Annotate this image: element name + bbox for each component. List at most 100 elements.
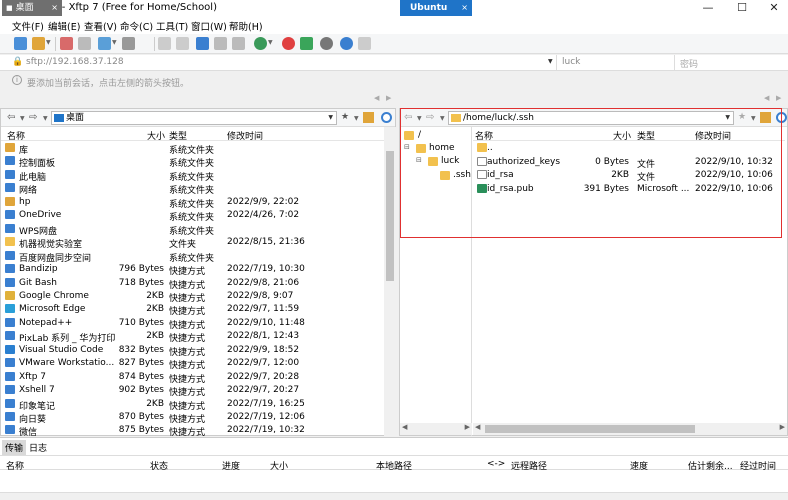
collapse-icon[interactable]: ⊟ [404,143,410,151]
col-elapsed[interactable]: 经过时间 [740,459,776,472]
remote-file-row[interactable]: id_rsa.pub 391 Bytes Microsoft ... 2022/9/1… [473,183,785,197]
scroll-left-icon[interactable]: ◀ [475,423,480,431]
globe-icon[interactable] [254,37,267,50]
reconnect-icon[interactable] [78,37,91,50]
up-folder-icon[interactable] [363,112,374,123]
menu-window[interactable]: 窗口(W) [191,19,227,33]
local-file-row[interactable]: Notepad++ 710 Bytes 快捷方式 2022/9/10, 11:48 [1,317,384,331]
help-icon[interactable] [340,37,353,50]
col-status[interactable]: 状态 [150,459,168,472]
more-icon[interactable] [358,37,371,50]
close-button[interactable]: ✕ [758,0,788,16]
scroll-right-icon[interactable]: ▶ [465,423,470,431]
local-file-row[interactable]: 机器视觉实验室 文件夹 2022/8/15, 21:36 [1,236,384,250]
chevron-down-icon[interactable]: ▼ [46,39,51,46]
local-file-row[interactable]: hp 系统文件夹 2022/9/9, 22:02 [1,196,384,210]
minimize-button[interactable]: — [692,0,724,16]
local-file-row[interactable]: PixLab 系列 _ 华为打印 2KB 快捷方式 2022/8/1, 12:43 [1,330,384,344]
chevron-down-icon[interactable]: ▼ [112,39,117,46]
tab-log[interactable]: 日志 [26,440,50,455]
col-local-path[interactable]: 本地路径 [376,459,412,472]
open-folder-icon[interactable] [32,37,45,50]
menu-edit[interactable]: 编辑(E) [48,19,80,33]
sync-icon[interactable] [196,37,209,50]
tab-next-icon[interactable]: ▶ [386,94,391,102]
scroll-thumb[interactable] [485,425,695,433]
collapse-icon[interactable]: ⊟ [416,156,422,164]
scroll-right-icon[interactable]: ▶ [780,423,785,431]
local-file-row[interactable]: Visual Studio Code 832 Bytes 快捷方式 2022/9/9,… [1,344,384,358]
local-file-row[interactable]: Microsoft Edge 2KB 快捷方式 2022/9/7, 11:59 [1,303,384,317]
tab-remote[interactable]: Ubuntu × [400,0,472,16]
back-arrow-icon[interactable]: ⇦ [7,112,15,123]
script-icon[interactable] [300,37,313,50]
local-file-row[interactable]: Git Bash 718 Bytes 快捷方式 2022/9/8, 21:06 [1,277,384,291]
local-file-row[interactable]: 库 系统文件夹 [1,142,384,156]
local-path-input[interactable]: 桌面 ▼ [51,111,337,125]
bookmark-icon[interactable]: ★ [738,112,746,122]
col-type[interactable]: 类型 [169,129,187,142]
refresh-icon[interactable] [381,112,392,123]
paste-icon[interactable] [176,37,189,50]
local-file-row[interactable]: OneDrive 系统文件夹 2022/4/26, 7:02 [1,209,384,223]
transfer-icon[interactable] [98,37,111,50]
close-icon[interactable]: × [51,0,58,16]
chevron-down-icon[interactable]: ▼ [417,115,422,122]
menu-command[interactable]: 命令(C) [120,19,153,33]
maximize-button[interactable]: ☐ [726,0,758,16]
password-input[interactable]: 密码 [680,57,698,70]
tab-prev-icon[interactable]: ◀ [374,94,379,102]
tab-prev-icon[interactable]: ◀ [764,94,769,102]
local-file-row[interactable]: VMware Workstatio... 827 Bytes 快捷方式 2022/9/… [1,357,384,371]
chevron-down-icon[interactable]: ▼ [751,115,756,122]
menu-file[interactable]: 文件(F) [12,19,44,33]
xshell-icon[interactable] [282,37,295,50]
tab-transfer[interactable]: 传输 [2,440,27,455]
forward-arrow-icon[interactable]: ⇨ [426,112,434,123]
chevron-down-icon[interactable]: ▼ [43,115,48,122]
view-icon[interactable] [122,37,135,50]
scroll-thumb[interactable] [386,151,394,281]
forward-arrow-icon[interactable]: ⇨ [29,112,37,123]
col-size[interactable]: 大小 [270,459,288,472]
new-session-icon[interactable] [14,37,27,50]
col-name[interactable]: 名称 [7,129,25,142]
menu-tools[interactable]: 工具(T) [156,19,188,33]
remote-file-row[interactable]: authorized_keys 0 Bytes 文件 2022/9/10, 10:32 [473,156,785,170]
chevron-down-icon[interactable]: ▼ [440,115,445,122]
address-input[interactable]: sftp://192.168.37.128 [26,57,124,67]
up-folder-icon[interactable] [760,112,771,123]
local-file-row[interactable]: Google Chrome 2KB 快捷方式 2022/9/8, 9:07 [1,290,384,304]
col-speed[interactable]: 速度 [630,459,648,472]
local-file-row[interactable]: 此电脑 系统文件夹 [1,169,384,183]
menu-view[interactable]: 查看(V) [84,19,117,33]
menu-help[interactable]: 帮助(H) [229,19,263,33]
col-name[interactable]: 名称 [6,459,24,472]
col-size[interactable]: 大小 [613,129,631,142]
local-file-row[interactable]: WPS网盘 系统文件夹 [1,223,384,237]
local-file-row[interactable]: 微信 875 Bytes 快捷方式 2022/7/19, 10:32 [1,424,384,438]
col-eta[interactable]: 估计剩余... [688,459,733,472]
chevron-down-icon[interactable]: ▼ [354,115,359,122]
col-type[interactable]: 类型 [637,129,655,142]
disconnect-icon[interactable] [60,37,73,50]
local-file-row[interactable]: 控制面板 系统文件夹 [1,155,384,169]
tab-next-icon[interactable]: ▶ [776,94,781,102]
chevron-down-icon[interactable]: ▼ [268,39,273,46]
local-file-row[interactable]: Xftp 7 874 Bytes 快捷方式 2022/9/7, 20:28 [1,371,384,385]
tab-local[interactable]: ■ 桌面 × [2,0,62,16]
close-icon[interactable]: × [461,0,468,16]
col-direction[interactable]: <-> [487,459,505,469]
remote-file-row[interactable]: id_rsa 2KB 文件 2022/9/10, 10:06 [473,169,785,183]
col-modified[interactable]: 修改时间 [695,129,731,142]
local-file-row[interactable]: 印象笔记 2KB 快捷方式 2022/7/19, 16:25 [1,398,384,412]
chevron-down-icon[interactable]: ▼ [548,58,553,65]
chevron-down-icon[interactable]: ▼ [20,115,25,122]
col-modified[interactable]: 修改时间 [227,129,263,142]
local-file-row[interactable]: 网络 系统文件夹 [1,182,384,196]
back-arrow-icon[interactable]: ⇦ [404,112,412,123]
remote-path-input[interactable]: /home/luck/.ssh ▼ [448,111,734,125]
local-scrollbar[interactable] [384,127,396,436]
refresh-icon[interactable] [214,37,227,50]
chevron-down-icon[interactable]: ▼ [725,112,730,124]
